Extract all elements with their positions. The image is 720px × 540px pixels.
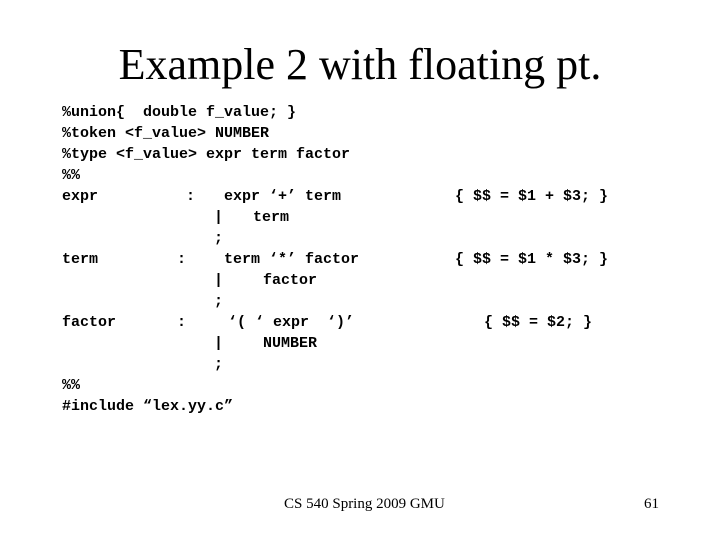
decl-token: %token <f_value> NUMBER — [62, 125, 270, 142]
rule-alternative: ‘( ‘ expr ‘)’ — [228, 314, 355, 331]
rule-bar: | — [214, 209, 224, 226]
rule-lhs: term — [62, 251, 99, 268]
rule-bar: | — [214, 335, 224, 352]
slide-title: Example 2 with floating pt. — [118, 40, 602, 89]
rule-bar: | — [214, 272, 224, 289]
decl-type: %type <f_value> expr term factor — [62, 146, 351, 163]
rule-colon: : — [177, 314, 187, 331]
rule-alternative: term ‘*’ factor — [224, 251, 360, 268]
footer-course: CS 540 Spring 2009 GMU — [284, 496, 445, 512]
include-directive: #include “lex.yy.c” — [62, 398, 234, 415]
rule-lhs: expr — [62, 188, 99, 205]
rule-action: { $$ = $2; } — [484, 314, 593, 331]
page-number: 61 — [644, 496, 659, 512]
rule-alternative: term — [253, 209, 290, 226]
rule-colon: : — [186, 188, 196, 205]
section-separator: %% — [62, 377, 81, 394]
rule-alternative: expr ‘+’ term — [224, 188, 342, 205]
rule-alternative: NUMBER — [263, 335, 318, 352]
rule-terminator: ; — [214, 356, 224, 373]
rule-action: { $$ = $1 * $3; } — [455, 251, 609, 268]
decl-union: %union{ double f_value; } — [62, 104, 297, 121]
rule-terminator: ; — [214, 293, 224, 310]
rule-colon: : — [177, 251, 187, 268]
section-separator: %% — [62, 167, 81, 184]
rule-alternative: factor — [263, 272, 318, 289]
rule-lhs: factor — [62, 314, 117, 331]
rule-action: { $$ = $1 + $3; } — [455, 188, 609, 205]
rule-terminator: ; — [214, 230, 224, 247]
